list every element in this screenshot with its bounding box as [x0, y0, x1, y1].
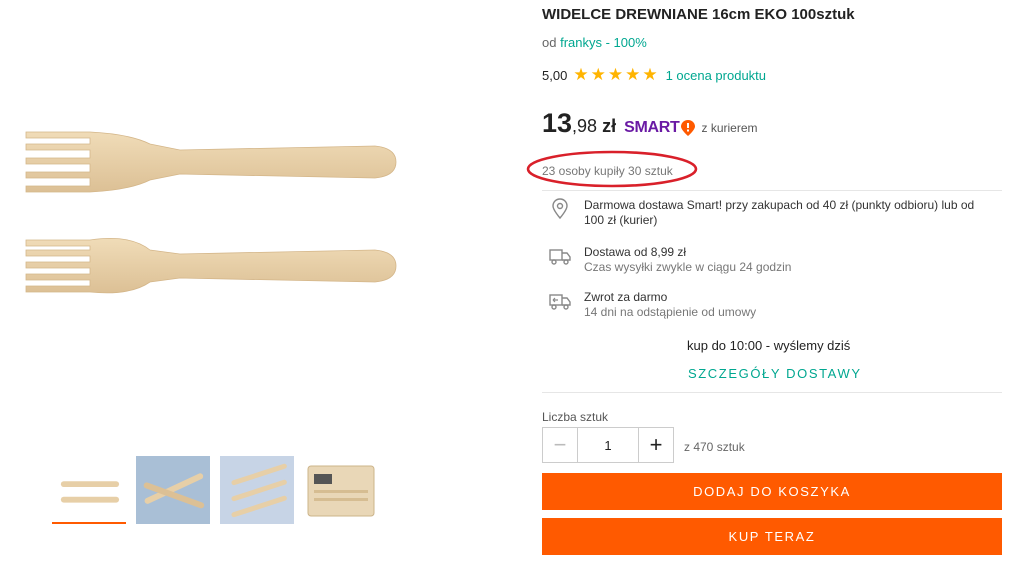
star-icon: ★: [573, 65, 589, 84]
divider: [542, 392, 1002, 393]
free-delivery-text: Darmowa dostawa Smart! przy zakupach od …: [584, 198, 975, 227]
star-icon: ★: [625, 65, 641, 84]
rating-value: 5,00: [542, 67, 568, 83]
seller-link[interactable]: frankys - 100%: [560, 35, 647, 50]
price-row: 13 ,98 zł SMART z kurierem: [542, 108, 758, 139]
courier-label: z kurierem: [701, 121, 758, 135]
buy-now-button[interactable]: KUP TERAZ: [542, 518, 1002, 555]
product-title: WIDELCE DREWNIANE 16cm EKO 100sztuk: [542, 6, 855, 23]
delivery-details-link[interactable]: SZCZEGÓŁY DOSTAWY: [688, 366, 862, 381]
thumbnail-3[interactable]: [220, 456, 294, 524]
product-main-image[interactable]: [20, 110, 400, 310]
free-delivery-info: Darmowa dostawa Smart! przy zakupach od …: [548, 198, 988, 228]
stock-count: z 470 sztuk: [684, 440, 745, 454]
thumbnail-2[interactable]: [136, 456, 210, 524]
shipping-title: Dostawa od 8,99 zł: [584, 245, 687, 259]
fork-image-1: [25, 131, 397, 193]
thumbnail-1[interactable]: [52, 456, 126, 524]
smart-pin-icon: [681, 120, 696, 136]
divider: [542, 190, 1002, 191]
smart-badge: SMART: [624, 119, 696, 137]
shipping-cutoff-text: kup do 10:00 - wyślemy dziś: [687, 338, 851, 353]
returns-title: Zwrot za darmo: [584, 290, 668, 304]
return-truck-icon: [549, 294, 571, 310]
thumbnail-strip: [52, 456, 378, 530]
add-to-cart-button[interactable]: DODAJ DO KOSZYKA: [542, 473, 1002, 510]
price-currency: zł: [602, 116, 617, 136]
returns-subtitle: 14 dni na odstąpienie od umowy: [584, 305, 757, 319]
quantity-increase-button[interactable]: +: [638, 427, 674, 463]
seller-prefix: od: [542, 35, 557, 50]
thumbnail-4[interactable]: [304, 456, 378, 524]
quantity-label: Liczba sztuk: [542, 410, 609, 424]
price-fraction: ,98: [572, 116, 598, 136]
quantity-decrease-button[interactable]: −: [542, 427, 578, 463]
star-icon: ★: [642, 65, 658, 84]
truck-icon: [549, 249, 571, 265]
star-icon: ★: [607, 65, 624, 84]
shipping-info: Dostawa od 8,99 zł Czas wysyłki zwykle w…: [548, 245, 791, 275]
bought-info: 23 osoby kupiły 30 sztuk: [542, 164, 673, 178]
smart-label: SMART: [624, 119, 680, 136]
shipping-subtitle: Czas wysyłki zwykle w ciągu 24 godzin: [584, 260, 792, 274]
fork-image-2: [25, 238, 397, 294]
quantity-input[interactable]: [578, 427, 638, 463]
rating-stars: ★ ★ ★ ★ ★: [573, 65, 658, 84]
quantity-stepper: − +: [542, 427, 674, 463]
rating-row: 5,00 ★ ★ ★ ★ ★ 1 ocena produktu: [542, 65, 766, 84]
returns-info: Zwrot za darmo 14 dni na odstąpienie od …: [548, 290, 756, 320]
seller-line: od frankys - 100%: [542, 35, 647, 50]
location-pin-icon: [552, 198, 568, 220]
price-integer: 13: [542, 108, 573, 138]
rating-count-link[interactable]: 1 ocena produktu: [666, 68, 766, 83]
star-icon: ★: [590, 65, 606, 84]
